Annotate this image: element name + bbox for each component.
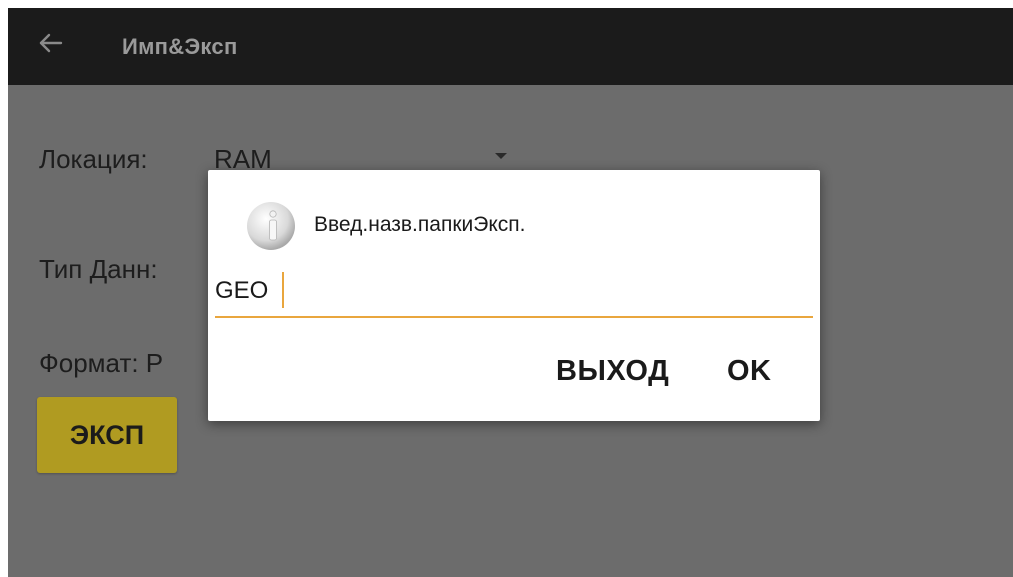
app-title: Имп&Эксп xyxy=(122,34,238,59)
export-button[interactable]: ЭКСП xyxy=(37,397,177,473)
folder-name-input[interactable] xyxy=(215,266,813,318)
arrow-left-icon[interactable] xyxy=(35,28,65,58)
app-bar: Имп&Эксп xyxy=(8,8,1013,85)
data-type-label: Тип Данн: xyxy=(39,254,158,284)
format-label: Формат: Р xyxy=(39,348,164,378)
export-button-label: ЭКСП xyxy=(69,419,145,450)
exit-button[interactable]: ВЫХОД xyxy=(556,355,669,388)
info-icon xyxy=(247,202,295,250)
location-label: Локация: xyxy=(39,144,148,174)
ok-button[interactable]: OK xyxy=(727,355,772,388)
text-caret xyxy=(282,272,284,308)
app-window: Имп&Эксп Локация: RAM Тип Данн: Формат: … xyxy=(8,8,1013,577)
dropdown-arrow-icon[interactable] xyxy=(495,153,507,159)
dialog-title: Введ.назв.папкиЭксп. xyxy=(314,213,526,236)
folder-name-field xyxy=(215,266,813,318)
folder-name-dialog: Введ.назв.папкиЭксп. ВЫХОД OK xyxy=(208,170,820,421)
